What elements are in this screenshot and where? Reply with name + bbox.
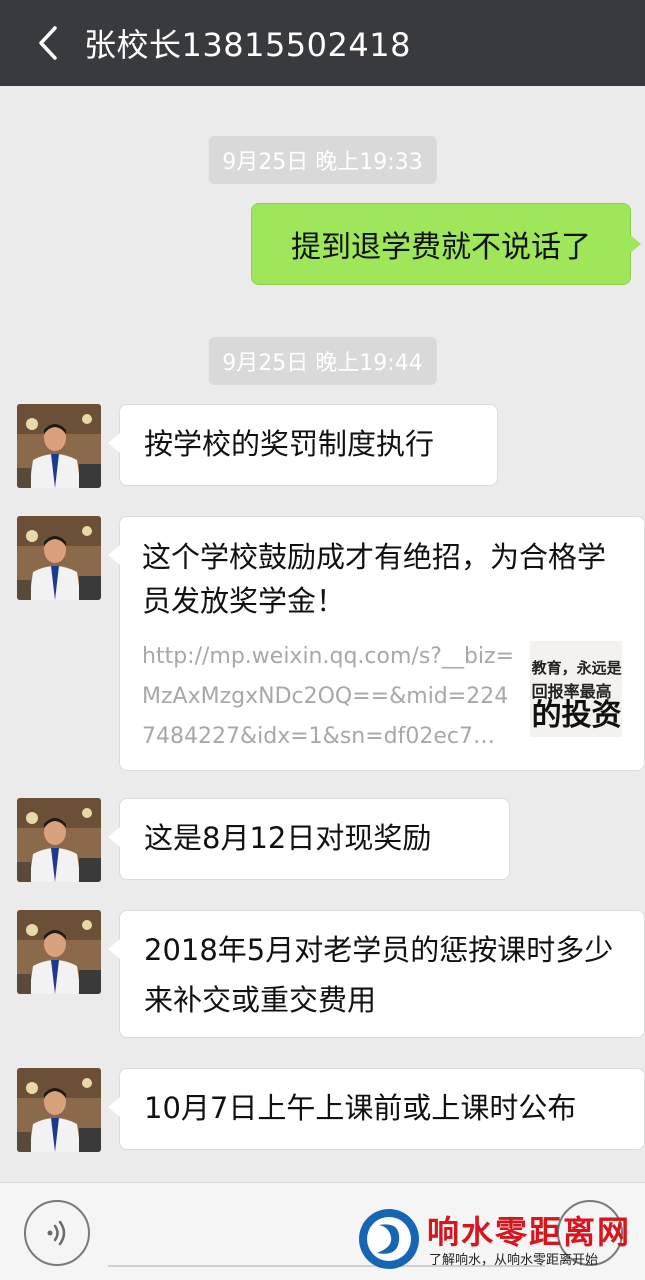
- voice-icon: [47, 1220, 66, 1246]
- incoming-message[interactable]: 10月7日上午上课前或上课时公布: [108, 1068, 645, 1150]
- voice-input-button[interactable]: [24, 1200, 90, 1266]
- incoming-message[interactable]: 按学校的奖罚制度执行: [108, 404, 498, 486]
- title-bar: 张校长13815502418: [0, 0, 645, 86]
- message-text: 10月7日上午上课前或上课时公布: [144, 1091, 577, 1125]
- timestamp: 9月25日 晚上19:33: [208, 136, 437, 184]
- avatar[interactable]: [17, 910, 101, 994]
- outgoing-message-text: 提到退学费就不说话了: [291, 230, 591, 265]
- link-card-url: http://mp.weixin.qq.com/s?__biz=MzAxMzgx…: [142, 644, 515, 749]
- link-card[interactable]: 这个学校鼓励成才有绝招，为合格学员发放奖学金！ http://mp.weixin…: [108, 516, 645, 771]
- watermark-subtitle: 了解响水，从响水零距离开始: [429, 1253, 599, 1268]
- message-text: 2018年5月对老学员的惩按课时多少来补交或重交费用: [144, 933, 614, 1017]
- chat-title: 张校长13815502418: [84, 26, 411, 64]
- avatar[interactable]: [17, 798, 101, 882]
- avatar[interactable]: [17, 1068, 101, 1152]
- message-text: 这是8月12日对现奖励: [144, 821, 432, 855]
- outgoing-message[interactable]: 提到退学费就不说话了: [251, 203, 641, 285]
- link-thumbnail: 教育，永远是 回报率最高 的投资: [529, 641, 622, 737]
- watermark-title: 响水零距离网: [427, 1213, 632, 1251]
- chevron-left-icon: [39, 26, 57, 60]
- back-button[interactable]: [18, 13, 78, 73]
- link-card-title: 这个学校鼓励成才有绝招，为合格学员发放奖学金！: [142, 540, 607, 618]
- incoming-message[interactable]: 2018年5月对老学员的惩按课时多少来补交或重交费用: [108, 910, 645, 1038]
- incoming-message[interactable]: 这是8月12日对现奖励: [108, 798, 510, 880]
- message-text: 按学校的奖罚制度执行: [144, 427, 435, 461]
- thumbnail-text: 的投资: [531, 698, 622, 733]
- watermark: 响水零距离网 了解响水，从响水零距离开始: [355, 1203, 645, 1278]
- avatar[interactable]: [17, 516, 101, 600]
- timestamp: 9月25日 晚上19:44: [208, 337, 437, 385]
- watermark-logo: [359, 1209, 419, 1269]
- avatar[interactable]: [17, 404, 101, 488]
